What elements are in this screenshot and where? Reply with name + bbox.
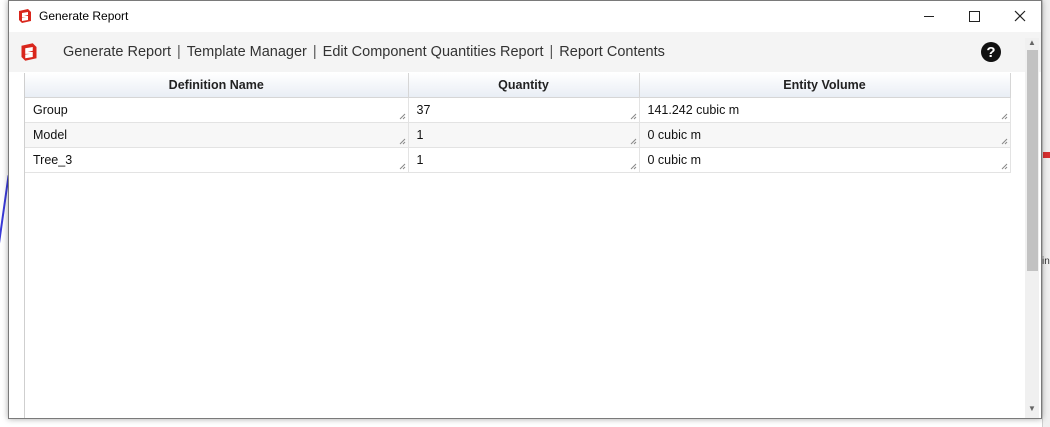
toolbar-separator: | (549, 44, 554, 60)
cell-text: 1 (416, 128, 424, 142)
scroll-up-arrow-icon[interactable]: ▲ (1027, 38, 1037, 48)
close-icon (1014, 10, 1026, 22)
resize-grip-icon[interactable] (1000, 137, 1008, 145)
vertical-scrollbar[interactable]: ▲ ▼ (1025, 38, 1039, 418)
cell-text: Tree_3 (33, 153, 73, 167)
resize-grip-icon[interactable] (1000, 162, 1008, 170)
quantity-cell[interactable]: 37 (408, 97, 640, 123)
definition-name-cell[interactable]: Model (25, 122, 409, 148)
toolbar-separator: | (177, 44, 181, 60)
definition-name-cell[interactable]: Tree_3 (25, 147, 409, 173)
sketchup-icon (21, 43, 37, 61)
help-icon[interactable]: ? (981, 42, 1001, 62)
background-red-mark (1043, 152, 1050, 158)
scrollbar-thumb[interactable] (1027, 50, 1038, 271)
column-header-quantity[interactable]: Quantity (408, 73, 640, 98)
report-toolbar: Generate Report | Template Manager | Edit Co… (9, 32, 1041, 72)
generate-report-link[interactable]: Generate Report (63, 44, 171, 60)
quantity-cell[interactable]: 1 (408, 122, 640, 148)
resize-grip-icon[interactable] (398, 137, 406, 145)
resize-grip-icon[interactable] (629, 137, 637, 145)
column-header-definition-name[interactable]: Definition Name (25, 73, 409, 98)
maximize-icon (968, 10, 980, 22)
quantity-cell[interactable]: 1 (408, 147, 640, 173)
entity-volume-cell[interactable]: 0 cubic m (639, 147, 1011, 173)
table-row: Group 37 141.242 cubic m (25, 97, 1011, 123)
template-manager-link[interactable]: Template Manager (187, 44, 307, 60)
report-contents-link[interactable]: Report Contents (559, 44, 665, 60)
background-partial-text: in (1042, 256, 1050, 267)
resize-grip-icon[interactable] (398, 162, 406, 170)
definition-name-cell[interactable]: Group (25, 97, 409, 123)
toolbar-separator: | (312, 44, 317, 60)
entity-volume-cell[interactable]: 0 cubic m (639, 122, 1011, 148)
resize-grip-icon[interactable] (1000, 112, 1008, 120)
resize-grip-icon[interactable] (629, 162, 637, 170)
title-bar[interactable]: Generate Report (9, 1, 1041, 32)
resize-grip-icon[interactable] (398, 112, 406, 120)
sketchup-icon (19, 9, 31, 23)
cell-text: 37 (416, 103, 431, 117)
window-title: Generate Report (39, 9, 129, 23)
column-header-entity-volume[interactable]: Entity Volume (639, 73, 1011, 98)
report-content-area: Definition Name Quantity Entity Volume G… (24, 73, 1020, 418)
cell-text: 0 cubic m (647, 128, 702, 142)
cell-text: 141.242 cubic m (647, 103, 740, 117)
table-row: Tree_3 1 0 cubic m (25, 147, 1011, 173)
cell-text: 1 (416, 153, 424, 167)
edit-component-quantities-report-link[interactable]: Edit Component Quantities Report (323, 44, 544, 60)
scroll-down-arrow-icon[interactable]: ▼ (1027, 404, 1037, 414)
cell-text: 0 cubic m (647, 153, 702, 167)
entity-volume-cell[interactable]: 141.242 cubic m (639, 97, 1011, 123)
toolbar-links: Generate Report | Template Manager | Edit Co… (63, 44, 665, 60)
report-table: Definition Name Quantity Entity Volume G… (25, 73, 1011, 173)
generate-report-dialog: Generate Report Generate Report | Template… (8, 0, 1042, 419)
cell-text: Model (33, 128, 68, 142)
minimize-icon (924, 15, 934, 17)
resize-grip-icon[interactable] (629, 112, 637, 120)
minimize-button[interactable] (906, 1, 952, 31)
close-button[interactable] (997, 1, 1043, 31)
table-row: Model 1 0 cubic m (25, 122, 1011, 148)
cell-text: Group (33, 103, 68, 117)
background-panel-right (1042, 0, 1050, 427)
maximize-button[interactable] (951, 1, 997, 31)
